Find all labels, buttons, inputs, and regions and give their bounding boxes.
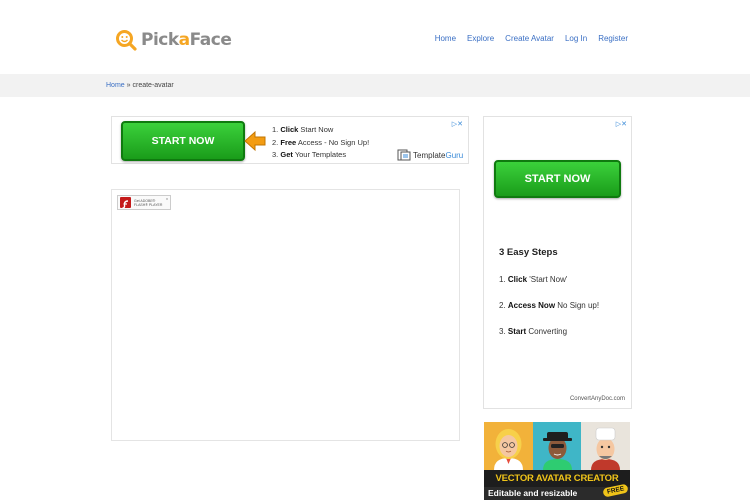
- breadcrumb-bar: Home » create-avatar: [0, 74, 750, 97]
- step-text: Converting: [526, 327, 568, 336]
- nav-register[interactable]: Register: [598, 34, 628, 43]
- vector-avatar-banner[interactable]: VECTOR AVATAR CREATOR Editable and resiz…: [484, 422, 630, 500]
- step-bold: Access Now: [507, 301, 556, 310]
- nav-explore[interactable]: Explore: [467, 34, 494, 43]
- sidebar-ad[interactable]: ▷✕ START NOW 3 Easy Steps 1. Click 'Star…: [483, 116, 632, 409]
- magnifier-smile-icon: [115, 29, 137, 51]
- ad-step: 2. Free Access - No Sign Up!: [272, 137, 369, 150]
- breadcrumb: Home » create-avatar: [106, 82, 174, 89]
- logo-text-a: a: [178, 30, 190, 50]
- step-bold: Click: [507, 275, 528, 284]
- logo-text-pick: Pick: [141, 30, 179, 50]
- site-header: PickaFace Home Explore Create Avatar Log…: [0, 0, 750, 74]
- step-bold: Free: [280, 137, 297, 147]
- avatar-editor-area: Get ADOBE® FLASH® PLAYER x: [111, 189, 460, 441]
- site-logo[interactable]: PickaFace: [115, 28, 232, 52]
- templateguru-logo[interactable]: Template Guru: [397, 149, 463, 161]
- banner-title: VECTOR AVATAR CREATOR: [484, 470, 630, 487]
- start-now-button[interactable]: START NOW: [121, 121, 245, 161]
- avatar-face-hat: [532, 422, 582, 470]
- step-text: No Sign up!: [555, 301, 600, 310]
- brand-template: Template: [413, 150, 446, 160]
- avatar-face-blonde: [484, 422, 533, 470]
- get-flash-player-badge[interactable]: Get ADOBE® FLASH® PLAYER x: [117, 195, 171, 210]
- step-number: 3.: [499, 327, 506, 336]
- step-bold: Get: [280, 150, 293, 159]
- step-number: 2.: [499, 301, 506, 310]
- breadcrumb-home[interactable]: Home: [106, 82, 125, 89]
- nav-home[interactable]: Home: [435, 34, 456, 43]
- ad-display-url[interactable]: ConvertAnyDoc.com: [570, 396, 625, 402]
- step-bold: Start: [507, 327, 527, 336]
- step-text: Access - No Sign Up!: [296, 137, 370, 147]
- step-number: 1.: [272, 125, 279, 134]
- adchoices-icon[interactable]: ▷✕: [452, 120, 463, 128]
- adchoices-icon[interactable]: ▷✕: [616, 120, 627, 128]
- step-text: Your Templates: [292, 150, 347, 159]
- start-now-button[interactable]: START NOW: [494, 160, 621, 198]
- steps-title: 3 Easy Steps: [499, 247, 558, 258]
- step-number: 2.: [272, 137, 279, 147]
- sidebar-ad-step: 3. Start Converting: [499, 327, 567, 336]
- ad-steps-list: 1. Click Start Now 2. Free Access - No S…: [272, 124, 369, 162]
- flash-badge-line2: FLASH® PLAYER: [134, 202, 163, 207]
- avatar-faces-strip: [484, 422, 630, 470]
- step-number: 1.: [499, 275, 506, 284]
- brand-guru: Guru: [445, 150, 464, 160]
- sidebar-ad-step: 1. Click 'Start Now': [499, 275, 567, 284]
- top-ad-banner[interactable]: START NOW 1. Click Start Now 2. Free Acc…: [111, 116, 469, 164]
- arrow-left-icon: [244, 130, 266, 152]
- document-icon: [397, 149, 411, 161]
- step-text: Start Now: [298, 125, 334, 134]
- flash-badge-text: Get ADOBE® FLASH® PLAYER: [134, 199, 162, 207]
- step-text: 'Start Now': [527, 275, 568, 284]
- step-bold: Click: [280, 125, 299, 134]
- ad-step: 1. Click Start Now: [272, 124, 369, 137]
- logo-wordmark: PickaFace: [141, 30, 232, 50]
- nav-create-avatar[interactable]: Create Avatar: [505, 34, 554, 43]
- avatar-face-chef: [581, 422, 630, 470]
- close-icon[interactable]: x: [166, 196, 168, 201]
- sidebar-ad-step: 2. Access Now No Sign up!: [499, 301, 599, 310]
- step-number: 3.: [272, 150, 279, 159]
- logo-text-face: Face: [189, 30, 232, 50]
- main-nav: Home Explore Create Avatar Log In Regist…: [435, 34, 628, 43]
- nav-log-in[interactable]: Log In: [565, 34, 587, 43]
- breadcrumb-current: create-avatar: [132, 82, 174, 89]
- flash-logo-icon: [120, 197, 131, 209]
- ad-step: 3. Get Your Templates: [272, 149, 369, 162]
